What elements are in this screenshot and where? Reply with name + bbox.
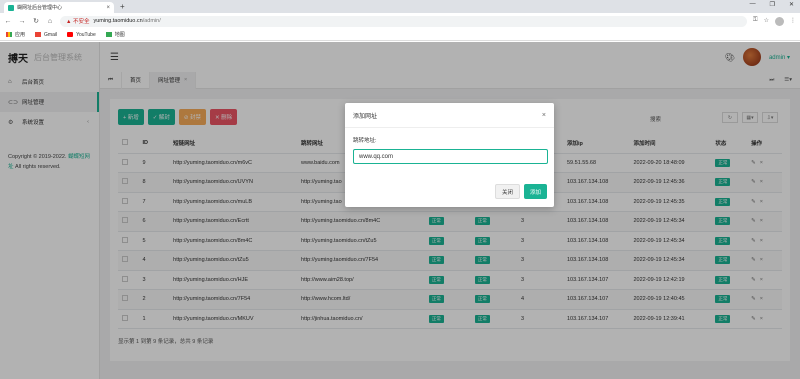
- address-bar[interactable]: ▲ 不安全 yuming.taomiduo.cn/admin/: [60, 15, 748, 27]
- reload-icon[interactable]: ↻: [32, 17, 40, 25]
- modal-backdrop[interactable]: [0, 42, 800, 379]
- redirect-url-label: 跳转地址:: [353, 138, 377, 144]
- apps-icon: [6, 32, 12, 37]
- star-icon[interactable]: ☆: [764, 17, 769, 26]
- profile-icon[interactable]: [775, 16, 784, 26]
- browser-tabstrip: 蝴网址后台管理中心 × + — ❐ ✕: [0, 0, 800, 13]
- close-icon[interactable]: ×: [542, 112, 546, 119]
- bookmark-gmail[interactable]: Gmail: [35, 32, 57, 38]
- add-submit-button[interactable]: 添加: [523, 184, 547, 199]
- maps-icon: [105, 32, 112, 37]
- bookmark-maps[interactable]: 地图: [105, 31, 125, 38]
- home-icon[interactable]: ⌂: [46, 18, 54, 25]
- bookmark-youtube[interactable]: YouTube: [67, 32, 96, 38]
- minimize-icon[interactable]: —: [750, 1, 756, 8]
- close-window-icon[interactable]: ✕: [789, 1, 794, 8]
- gmail-icon: [35, 32, 42, 37]
- browser-tab-title: 蝴网址后台管理中心: [17, 5, 63, 11]
- youtube-icon: [67, 32, 74, 37]
- modal-title: 添加网址: [353, 113, 378, 120]
- close-tab-icon[interactable]: ×: [106, 5, 110, 11]
- bookmarks-bar: 应用 Gmail YouTube 地图: [0, 29, 800, 41]
- address-row: ← → ↻ ⌂ ▲ 不安全 yuming.taomiduo.cn/admin/ …: [0, 13, 800, 29]
- add-url-modal: 添加网址 × 跳转地址: www.qq.com 关闭 添加: [345, 103, 554, 207]
- window-controls: — ❐ ✕: [750, 1, 794, 8]
- url-text: yuming.taomiduo.cn/admin/: [93, 18, 161, 24]
- browser-tab[interactable]: 蝴网址后台管理中心 ×: [4, 2, 114, 13]
- back-icon[interactable]: ←: [4, 18, 12, 25]
- new-tab-button[interactable]: +: [120, 2, 125, 11]
- bookmark-apps[interactable]: 应用: [6, 31, 25, 38]
- close-button[interactable]: 关闭: [494, 184, 520, 199]
- forward-icon[interactable]: →: [18, 18, 26, 25]
- insecure-warning: ▲ 不安全: [66, 19, 90, 25]
- key-icon[interactable]: ⚿: [753, 17, 758, 26]
- maximize-icon[interactable]: ❐: [770, 1, 775, 8]
- redirect-url-input[interactable]: www.qq.com: [353, 149, 548, 164]
- favicon-icon: [8, 4, 14, 11]
- menu-dots-icon[interactable]: ⋮: [790, 17, 796, 26]
